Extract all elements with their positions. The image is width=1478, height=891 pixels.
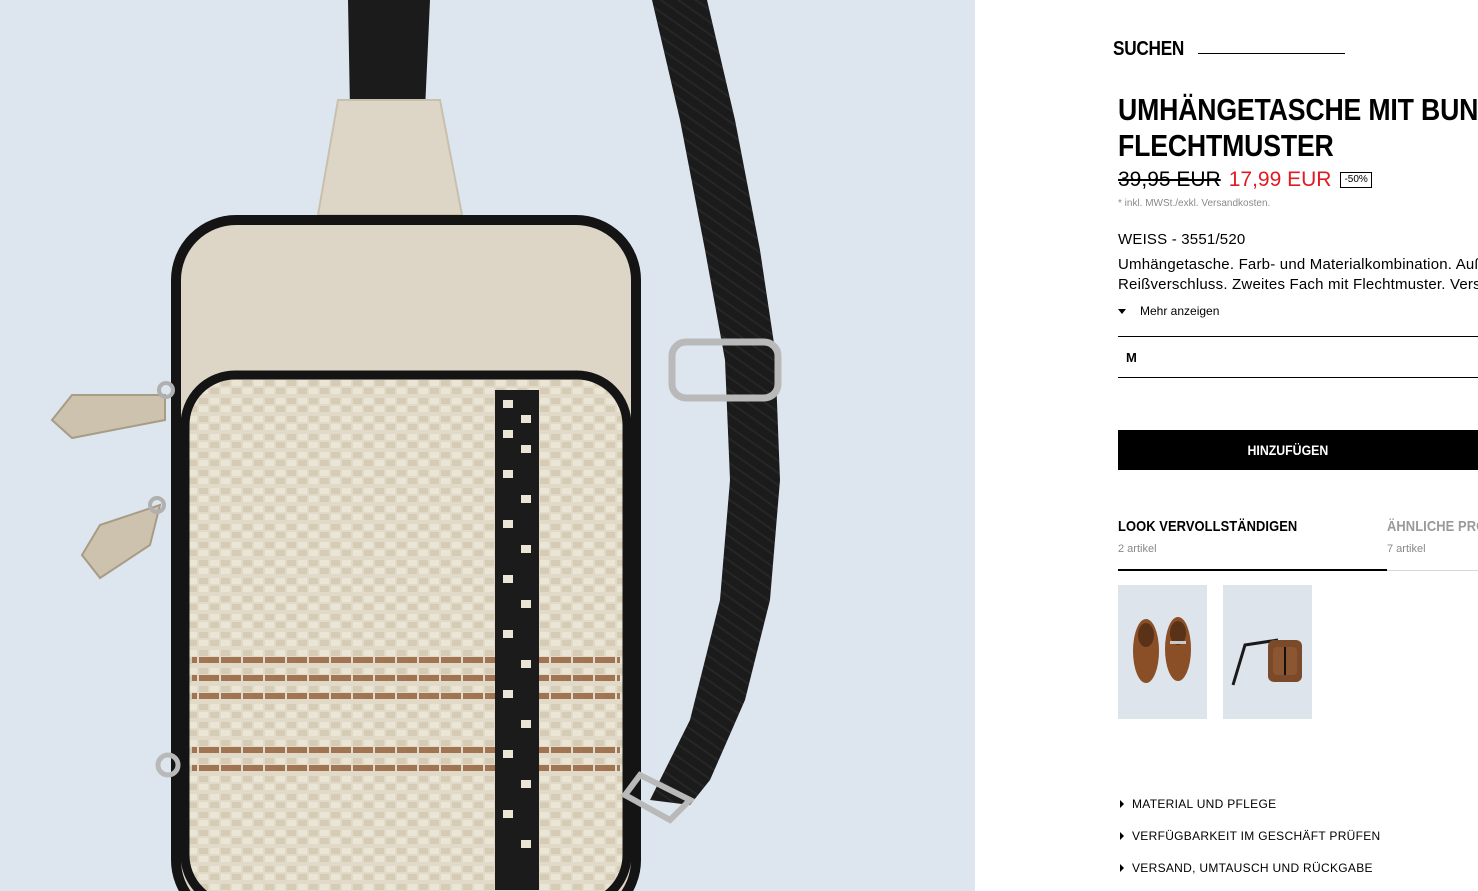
caret-down-icon [1118, 308, 1126, 314]
add-to-cart-label: HINZUFÜGEN [1247, 442, 1329, 458]
tab-complete-look-count: 2 artikel [1118, 543, 1157, 555]
product-image[interactable] [0, 0, 975, 891]
show-more-toggle[interactable]: Mehr anzeigen [1118, 304, 1219, 318]
tab-similar-products-count: 7 artikel [1387, 543, 1426, 555]
tab-complete-look[interactable]: LOOK VERVOLLSTÄNDIGEN 2 artikel [1118, 518, 1327, 555]
accordion-shipping-returns[interactable]: VERSAND, UMTAUSCH UND RÜCKGABE [1120, 861, 1373, 875]
accordion-material-care-label: MATERIAL UND PFLEGE [1132, 797, 1277, 811]
sale-price: 17,99 EUR [1228, 168, 1332, 191]
tab-complete-look-label: LOOK VERVOLLSTÄNDIGEN [1118, 518, 1298, 535]
add-to-cart-button[interactable]: HINZUFÜGEN [1118, 430, 1478, 470]
accordion-material-care[interactable]: MATERIAL UND PFLEGE [1120, 797, 1276, 811]
discount-badge: -50% [1340, 172, 1372, 188]
bag-icon [1223, 585, 1312, 719]
price-row: 39,95 EUR 17,99 EUR -50% [1118, 168, 1372, 192]
related-tabs: LOOK VERVOLLSTÄNDIGEN 2 artikel ÄHNLICHE… [1118, 518, 1478, 571]
loafer-shoes-thumbnail[interactable] [1118, 585, 1207, 719]
tab-similar-products[interactable]: ÄHNLICHE PRODUKTE 7 artikel [1387, 518, 1478, 555]
sling-bag-illustration [50, 0, 782, 891]
product-title-line-1: UMHÄNGETASCHE MIT BUNTEM [1118, 92, 1478, 127]
accordion-shipping-returns-label: VERSAND, UMTAUSCH UND RÜCKGABE [1132, 861, 1373, 875]
look-thumbnails [1118, 585, 1312, 719]
active-tab-indicator [1118, 569, 1387, 571]
tab-divider [1387, 570, 1478, 571]
tax-note: * inkl. MWSt./exkl. Versandkosten. [1118, 198, 1271, 209]
original-price: 39,95 EUR [1118, 168, 1221, 191]
loafer-icon [1118, 585, 1207, 719]
chevron-right-icon [1120, 832, 1124, 840]
description-line-1: Umhängetasche. Farb- und Materialkombina… [1118, 256, 1478, 273]
search-link[interactable]: SUCHEN [1113, 38, 1184, 61]
product-info-panel: SUCHEN UMHÄNGETASCHE MIT BUNTEM FLECHTMU… [975, 0, 1478, 891]
accordion-store-availability-label: VERFÜGBARKEIT IM GESCHÄFT PRÜFEN [1132, 829, 1381, 843]
tab-similar-products-label: ÄHNLICHE PRODUKTE [1387, 518, 1478, 535]
product-description: Umhängetasche. Farb- und Materialkombina… [1118, 255, 1478, 295]
description-line-2: Reißverschluss. Zweites Fach mit Flechtm… [1118, 276, 1478, 293]
show-more-label: Mehr anzeigen [1140, 304, 1220, 318]
size-selector[interactable]: M [1118, 336, 1478, 378]
color-reference: WEISS - 3551/520 [1118, 231, 1246, 248]
product-title: UMHÄNGETASCHE MIT BUNTEM FLECHTMUSTER [1118, 92, 1478, 164]
search-underline[interactable] [1198, 53, 1345, 54]
chevron-right-icon [1120, 800, 1124, 808]
chevron-right-icon [1120, 864, 1124, 872]
product-title-line-2: FLECHTMUSTER [1118, 128, 1334, 163]
accordion-store-availability[interactable]: VERFÜGBARKEIT IM GESCHÄFT PRÜFEN [1120, 829, 1381, 843]
crossbody-bag-thumbnail[interactable] [1223, 585, 1312, 719]
